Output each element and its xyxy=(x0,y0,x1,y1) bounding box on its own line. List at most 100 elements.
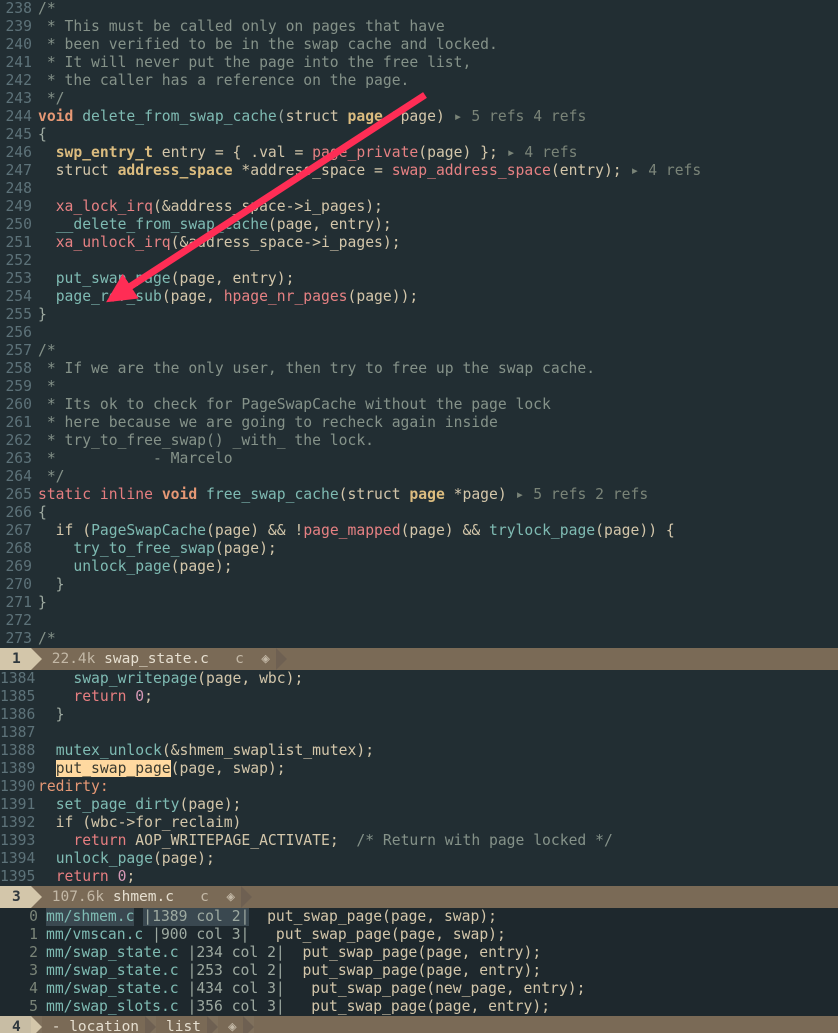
code-line[interactable]: 238 /* xyxy=(0,0,838,18)
file-name: swap_state.c xyxy=(104,651,209,667)
code-line[interactable]: 1384 swap_writepage(page, wbc); xyxy=(0,670,838,688)
location-list-item[interactable]: 2 mm/swap_state.c |234 col 2| put_swap_pa… xyxy=(0,944,838,962)
code-token: ; xyxy=(126,868,136,885)
code-line[interactable]: 254 page_ref_sub(page, hpage_nr_pages(pa… xyxy=(0,288,838,306)
line-number: 1385 xyxy=(0,688,36,705)
location-position: |1389 col 2| xyxy=(143,908,250,926)
location-list-item[interactable]: 1 mm/vmscan.c |900 col 3| put_swap_page(p… xyxy=(0,926,838,944)
code-line[interactable]: 272 xyxy=(0,612,838,630)
code-line[interactable]: 257 /* xyxy=(0,342,838,360)
code-line[interactable]: 246 swp_entry_t entry = { .val = page_pr… xyxy=(0,144,838,162)
line-number: 246 xyxy=(5,144,32,161)
code-line[interactable]: 252 xyxy=(0,252,838,270)
code-line[interactable]: 1390 redirty: xyxy=(0,778,838,796)
code-line[interactable]: 1392 if (wbc->for_reclaim) xyxy=(0,814,838,832)
statusline-location-list[interactable]: 4 - location list ◈ xyxy=(0,1016,838,1033)
code-line[interactable]: 1389 put_swap_page(page, swap); xyxy=(0,760,838,778)
code-token: (page, swap); xyxy=(170,760,286,777)
code-line[interactable]: 241 * It will never put the page into th… xyxy=(0,54,838,72)
code-line[interactable]: 247 struct address_space *address_space … xyxy=(0,162,838,180)
code-token: *address_space = xyxy=(232,162,392,179)
line-number: 240 xyxy=(5,36,32,53)
code-line[interactable]: 263 * - Marcelo xyxy=(0,450,838,468)
code-token: /* Return with page locked */ xyxy=(356,832,613,849)
location-index: 0 xyxy=(29,908,38,925)
code-line[interactable]: 1387 xyxy=(0,724,838,742)
code-token: { xyxy=(38,504,47,521)
code-pane-shmem[interactable]: 1384 swap_writepage(page, wbc); 1385 retu… xyxy=(0,670,838,886)
location-preview-text: put_swap_page(page, entry); xyxy=(284,998,551,1015)
code-line[interactable]: 267 if (PageSwapCache(page) && !page_map… xyxy=(0,522,838,540)
code-line[interactable]: 248 xyxy=(0,180,838,198)
code-token: trylock_page xyxy=(489,522,596,539)
code-line[interactable]: 1393 return AOP_WRITEPAGE_ACTIVATE; /* R… xyxy=(0,832,838,850)
line-number: 259 xyxy=(5,378,32,395)
location-list-item[interactable]: 5 mm/swap_slots.c |356 col 3| put_swap_pa… xyxy=(0,998,838,1016)
code-line[interactable]: 256 xyxy=(0,324,838,342)
code-line[interactable]: 1394 unlock_page(page); xyxy=(0,850,838,868)
code-line[interactable]: 260 * Its ok to check for PageSwapCache … xyxy=(0,396,838,414)
code-pane-swap-state[interactable]: 238/* 239 * This must be called only on p… xyxy=(0,0,838,648)
code-line[interactable]: 1385 return 0; xyxy=(0,688,838,706)
code-line[interactable]: 270 } xyxy=(0,576,838,594)
code-line[interactable]: 244 void delete_from_swap_cache(struct pa… xyxy=(0,108,838,126)
code-line[interactable]: 258 * If we are the only user, then try … xyxy=(0,360,838,378)
code-line[interactable]: 245 { xyxy=(0,126,838,144)
code-line[interactable]: 242 * the caller has a reference on the … xyxy=(0,72,838,90)
code-line[interactable]: 262 * try_to_free_swap() _with_ the lock… xyxy=(0,432,838,450)
code-line[interactable]: 255} xyxy=(0,306,838,324)
line-number: 1390 xyxy=(0,778,36,795)
statusline-chevron-icon-2 xyxy=(30,886,42,908)
editor-window: 238/* 239 * This must be called only on p… xyxy=(0,0,838,1033)
line-content: } xyxy=(38,594,47,612)
code-line[interactable]: 266 { xyxy=(0,504,838,522)
code-line[interactable]: 261 * here because we are going to reche… xyxy=(0,414,838,432)
code-line[interactable]: 250 __delete_from_swap_cache(page, entry… xyxy=(0,216,838,234)
code-line[interactable]: 240 * been verified to be in the swap ca… xyxy=(0,36,838,54)
code-line[interactable]: 1386 } xyxy=(0,706,838,724)
line-content: return 0; xyxy=(38,688,153,706)
statusline-window-3[interactable]: 3 107.6k shmem.c c ◈ xyxy=(0,886,838,908)
code-line[interactable]: 1391 set_page_dirty(page); xyxy=(0,796,838,814)
line-number: 1386 xyxy=(0,706,36,723)
code-token: unlock_page xyxy=(73,558,171,575)
file-name-2: shmem.c xyxy=(112,889,174,905)
code-line[interactable]: 265 static inline void free_swap_cache(st… xyxy=(0,486,838,504)
code-line[interactable]: 273 /* xyxy=(0,630,838,648)
code-token: redirty: xyxy=(38,778,109,795)
location-list-item[interactable]: 0 mm/shmem.c |1389 col 2| put_swap_page(p… xyxy=(0,908,838,926)
code-line[interactable]: 251 xa_unlock_irq(&address_space->i_page… xyxy=(0,234,838,252)
location-list-item[interactable]: 4 mm/swap_state.c |434 col 3| put_swap_pa… xyxy=(0,980,838,998)
code-line[interactable]: 259 * xyxy=(0,378,838,396)
statusline-chevron-icon-3 xyxy=(30,1016,42,1033)
code-line[interactable]: 249 xa_lock_irq(&address_space->i_pages)… xyxy=(0,198,838,216)
code-token: __delete_from_swap_cache xyxy=(55,216,268,233)
code-line[interactable]: 239 * This must be called only on pages … xyxy=(0,18,838,36)
code-line[interactable]: 271} xyxy=(0,594,838,612)
code-token: 5 refs 4 refs xyxy=(471,108,587,125)
code-token: * This must be called only on pages that… xyxy=(38,18,445,35)
code-token: swp_entry_t xyxy=(55,144,153,161)
line-content: if (PageSwapCache(page) && !page_mapped(… xyxy=(38,522,675,540)
code-line[interactable]: 264 */ xyxy=(0,468,838,486)
code-line[interactable]: 253 put_swap_page(page, entry); xyxy=(0,270,838,288)
code-line[interactable]: 1395 return 0; xyxy=(0,868,838,886)
location-list-item[interactable]: 3 mm/swap_state.c |253 col 2| put_swap_pa… xyxy=(0,962,838,980)
location-file: mm/shmem.c xyxy=(46,908,135,926)
code-line[interactable]: 243 */ xyxy=(0,90,838,108)
code-token: *page) xyxy=(444,486,507,503)
statusline-window-1[interactable]: 1 22.4k swap_state.c c ◈ xyxy=(0,648,838,670)
code-token: * the caller has a reference on the page… xyxy=(38,72,410,89)
code-line[interactable]: 1388 mutex_unlock(&shmem_swaplist_mutex)… xyxy=(0,742,838,760)
code-line[interactable]: 269 unlock_page(page); xyxy=(0,558,838,576)
code-line[interactable]: 268 try_to_free_swap(page); xyxy=(0,540,838,558)
code-token: (page); xyxy=(179,796,242,813)
code-token: return xyxy=(73,688,127,705)
code-token: /* xyxy=(38,342,56,359)
location-list-pane[interactable]: 0 mm/shmem.c |1389 col 2| put_swap_page(p… xyxy=(0,908,838,1016)
